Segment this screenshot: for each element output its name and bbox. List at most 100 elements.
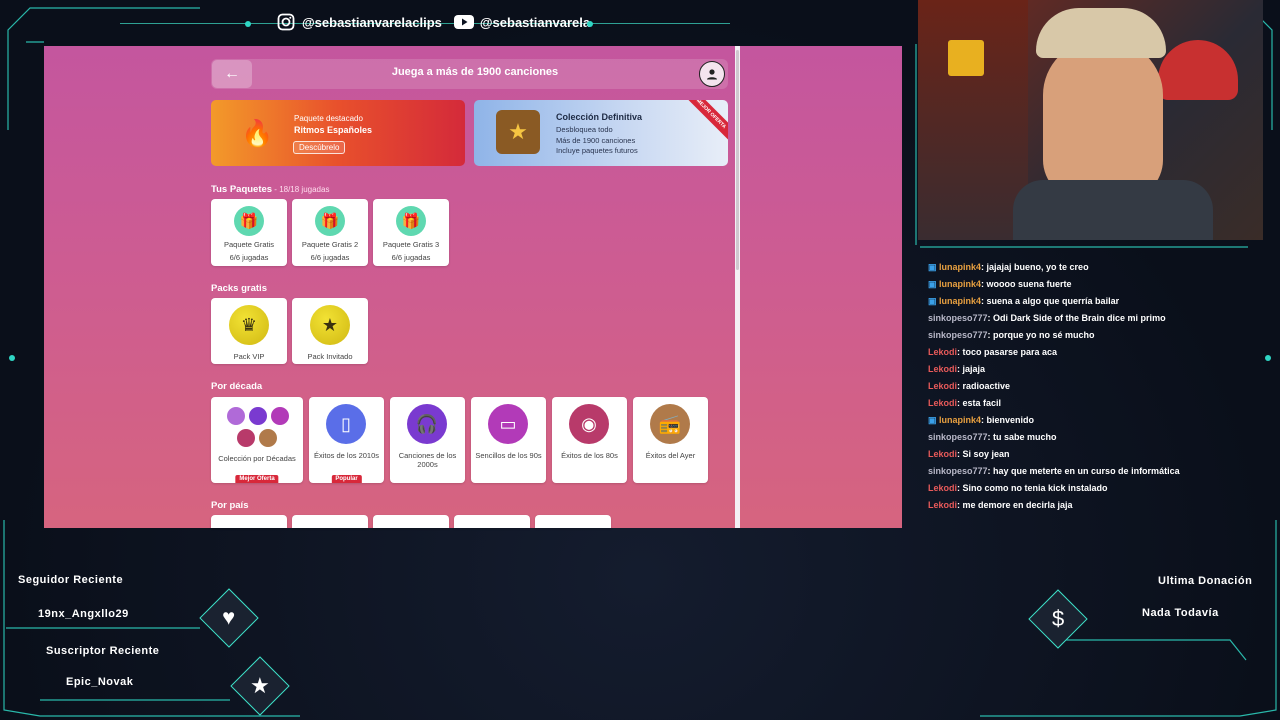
chat-badge-icon: ▣ (928, 415, 940, 425)
chat-username: Lekodi (928, 500, 958, 510)
chat-message: ▣ lunapink4: jajajaj bueno, yo te creo (928, 262, 1089, 273)
section-by-decade: Por década (211, 381, 263, 392)
chat-message: sinkopeso777: Odi Dark Side of the Brain… (928, 313, 1166, 323)
country-card[interactable] (454, 515, 530, 528)
chat-username: Lekodi (928, 483, 958, 493)
chat-panel: ▣ lunapink4: jajajaj bueno, yo te creo ▣ … (918, 252, 1248, 524)
featured-pack-banner[interactable]: 🔥 Paquete destacado Ritmos Españoles Des… (211, 100, 465, 166)
popular-tag: Popular (331, 475, 362, 483)
arrow-left-icon: ← (224, 65, 240, 82)
collection-line: Incluye paquetes futuros (556, 146, 638, 155)
crown-icon: ♛ (229, 305, 269, 345)
chat-message: Lekodi: esta facil (928, 398, 1001, 408)
chat-username: sinkopeso777 (928, 432, 988, 442)
question-block (948, 40, 984, 76)
chat-username: lunapink4 (939, 415, 982, 425)
collection-title: Colección Definitiva (556, 112, 643, 122)
bookshelf (918, 0, 1028, 240)
country-card[interactable] (292, 515, 368, 528)
chat-message: ▣ lunapink4: bienvenido (928, 415, 1034, 426)
country-card[interactable] (535, 515, 611, 528)
recent-follower-label: Seguidor Reciente (18, 574, 124, 586)
decade-name: Sencillos de los 90s (475, 451, 542, 460)
gift-icon: 🎁 (234, 206, 264, 236)
chat-text: : woooo suena fuerte (981, 279, 1072, 289)
decade-card[interactable]: ◉ Éxitos de los 80s (552, 397, 627, 483)
pack-progress: 6/6 jugadas (391, 253, 431, 262)
packs-played-count: - 18/18 jugadas (272, 185, 330, 194)
chat-badge-icon: ▣ (928, 296, 940, 306)
chat-text: : jajaja (957, 364, 986, 374)
chat-username: Lekodi (928, 364, 958, 374)
chat-message: sinkopeso777: tu sabe mucho (928, 432, 1057, 442)
chat-message: ▣ lunapink4: woooo suena fuerte (928, 279, 1072, 290)
decade-card[interactable]: ▭ Sencillos de los 90s (471, 397, 546, 483)
chat-text: : Sino como no tenia kick instalado (957, 483, 1108, 493)
decade-card[interactable]: ▯ Éxitos de los 2010s Popular (309, 397, 384, 483)
pack-name: Pack VIP (233, 352, 265, 361)
chat-message: ▣ lunapink4: suena a algo que querría ba… (928, 296, 1119, 307)
page-title: Juega a más de 1900 canciones (391, 66, 559, 78)
collection-line: Más de 1900 canciones (556, 136, 636, 145)
gift-icon: 🎁 (396, 206, 426, 236)
treasure-chest-icon: ★ (496, 110, 540, 154)
chat-message: Lekodi: Si soy jean (928, 449, 1010, 459)
section-title: Tus Paquetes (211, 184, 273, 195)
best-offer-ribbon: MEJOR OFERTA (682, 100, 728, 143)
chat-username: lunapink4 (939, 296, 982, 306)
free-pack-card[interactable]: ♛ Pack VIP (211, 298, 287, 364)
radio-icon: 📻 (650, 404, 690, 444)
pack-card[interactable]: 🎁 Paquete Gratis 2 6/6 jugadas (292, 199, 368, 266)
chat-text: : suena a algo que querría bailar (981, 296, 1120, 306)
phone-icon: ▯ (326, 404, 366, 444)
pack-card[interactable]: 🎁 Paquete Gratis 6/6 jugadas (211, 199, 287, 266)
section-your-packs: Tus Paquetes - 18/18 jugadas (211, 184, 329, 195)
discover-button[interactable]: Descúbrelo (293, 141, 346, 154)
chat-text: : Odi Dark Side of the Brain dice mi pri… (987, 313, 1166, 323)
user-profile-button[interactable] (699, 61, 725, 87)
red-cap (1158, 40, 1238, 100)
chat-username: Lekodi (928, 347, 958, 357)
chat-badge-icon: ▣ (928, 279, 940, 289)
decade-name: Colección por Décadas (218, 454, 296, 463)
last-donation-value: Nada Todavía (1142, 607, 1219, 619)
gift-icon: 🎁 (315, 206, 345, 236)
streamer-body (1013, 180, 1213, 240)
recent-follower-name: 19nx_Angxllo29 (38, 608, 129, 620)
featured-pack-name: Ritmos Españoles (294, 125, 373, 135)
chat-text: : porque yo no sé mucho (987, 330, 1095, 340)
pack-card[interactable]: 🎁 Paquete Gratis 3 6/6 jugadas (373, 199, 449, 266)
decade-collection-icons (227, 407, 289, 447)
free-pack-card[interactable]: ★ Pack Invitado (292, 298, 368, 364)
ultimate-collection-banner[interactable]: ★ Colección Definitiva Desbloquea todo M… (474, 100, 728, 166)
heart-icon: ♥ (222, 605, 236, 630)
chat-username: lunapink4 (939, 262, 982, 272)
country-card[interactable] (373, 515, 449, 528)
chat-text: : bienvenido (981, 415, 1035, 425)
star-icon: ★ (250, 672, 270, 698)
section-by-country: Por país (211, 500, 249, 511)
section-free-packs: Packs gratis (211, 283, 267, 294)
back-button[interactable]: ← (212, 60, 252, 88)
decade-card[interactable]: 📻 Éxitos del Ayer (633, 397, 708, 483)
dollar-icon: $ (1051, 606, 1065, 631)
streamer-face (1043, 40, 1163, 200)
chat-username: sinkopeso777 (928, 313, 988, 323)
chat-message: Lekodi: radioactive (928, 381, 1010, 391)
chat-message: Lekodi: Sino como no tenia kick instalad… (928, 483, 1108, 493)
decade-card[interactable]: Colección por Décadas Mejor Oferta (211, 397, 303, 483)
country-card[interactable] (211, 515, 287, 528)
chat-text: : jajajaj bueno, yo te creo (981, 262, 1089, 272)
decade-card[interactable]: 🎧 Canciones de los 2000s (390, 397, 465, 483)
chat-text: : me demore en decirla jaja (957, 500, 1073, 510)
streamer-cap (1036, 8, 1166, 58)
game-scrollbar-thumb[interactable] (736, 50, 739, 270)
chat-text: : toco pasarse para aca (957, 347, 1058, 357)
cassette-icon: ▭ (488, 404, 528, 444)
webcam-feed (918, 0, 1263, 240)
last-donation-label: Ultima Donación (1158, 575, 1253, 587)
chat-text: : Si soy jean (957, 449, 1010, 459)
chat-username: Lekodi (928, 398, 958, 408)
chat-message: sinkopeso777: hay que meterte en un curs… (928, 466, 1180, 476)
chat-message: Lekodi: jajaja (928, 364, 985, 374)
